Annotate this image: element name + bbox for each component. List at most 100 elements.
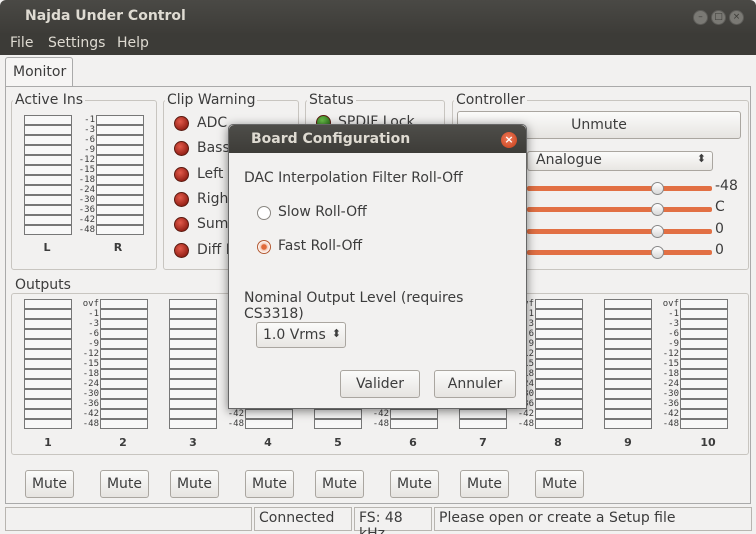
meter-cell (24, 135, 72, 145)
fast-rolloff-radio[interactable] (257, 240, 271, 254)
scale-tick-label: -48 (372, 419, 389, 429)
scale-tick-label: -3 (88, 319, 99, 329)
spin-arrows-icon[interactable]: ⬍ (332, 327, 341, 340)
meter-cell (96, 125, 144, 135)
meter-cell (24, 339, 72, 349)
mute-button-6[interactable]: Mute (390, 470, 439, 498)
status-title: Status (307, 92, 356, 108)
meter-cell (604, 399, 652, 409)
meter-cell (245, 409, 293, 419)
meter-cell (100, 309, 148, 319)
window-titlebar[interactable]: Najda Under Control – □ × (0, 0, 756, 33)
slider-knob[interactable] (651, 224, 664, 238)
meter-cell (604, 379, 652, 389)
meter-cell (100, 369, 148, 379)
dialog-close-icon[interactable]: × (501, 132, 517, 148)
slider-value: C (715, 199, 725, 216)
meter-cell (604, 369, 652, 379)
meter-cell (24, 225, 72, 235)
source-select[interactable]: Analogue ⬍ (527, 151, 713, 171)
meter-cell (96, 215, 144, 225)
meter-cell (535, 349, 583, 359)
close-window-icon[interactable]: × (729, 10, 744, 25)
meter-cell (680, 399, 728, 409)
slider-knob[interactable] (651, 182, 664, 195)
meter-cell (24, 389, 72, 399)
scale-tick-label: -24 (662, 379, 679, 389)
mute-button-1[interactable]: Mute (25, 470, 74, 498)
message-status: Please open or create a Setup file (434, 507, 752, 531)
meter-cell (680, 319, 728, 329)
meter-cell (459, 419, 507, 429)
meter-cell (680, 409, 728, 419)
meter-cell (100, 329, 148, 339)
connection-status: Connected (254, 507, 352, 531)
meter-cell (680, 309, 728, 319)
scale-tick-label: -18 (662, 369, 679, 379)
meter-cell (680, 359, 728, 369)
meter-cell (24, 369, 72, 379)
meter-cell (96, 195, 144, 205)
annuler-button[interactable]: Annuler (434, 370, 516, 398)
scale-tick-label: -42 (82, 409, 99, 419)
output-level-spin[interactable]: 1.0 Vrms ⬍ (256, 322, 346, 348)
dialog-titlebar[interactable]: Board Configuration × (229, 125, 526, 153)
menu-settings[interactable]: Settings (48, 35, 105, 51)
output-channel-label: 4 (264, 436, 272, 449)
tab-monitor[interactable]: Monitor (5, 57, 73, 87)
meter-cell (169, 369, 217, 379)
meter-cell (535, 319, 583, 329)
scale-tick-label: -9 (668, 339, 679, 349)
statusbar-left (5, 507, 252, 531)
meter-cell (604, 319, 652, 329)
menu-help[interactable]: Help (117, 35, 149, 51)
slider-knob[interactable] (651, 245, 664, 259)
output-channel-label: 6 (409, 436, 417, 449)
meter-cell (96, 185, 144, 195)
scale-tick-label: -1 (668, 309, 679, 319)
mute-button-4[interactable]: Mute (245, 470, 294, 498)
controller-slider[interactable] (527, 228, 712, 234)
scale-tick-label: -6 (88, 329, 99, 339)
meter-cell (24, 349, 72, 359)
mute-button-8[interactable]: Mute (535, 470, 584, 498)
meter-cell (24, 195, 72, 205)
meter-cell (535, 369, 583, 379)
meter-cell (100, 349, 148, 359)
dialog-title: Board Configuration (251, 131, 411, 147)
slow-rolloff-radio[interactable] (257, 206, 271, 220)
scale-tick-label: -18 (82, 369, 99, 379)
maximize-icon[interactable]: □ (711, 10, 726, 25)
fast-rolloff-label[interactable]: Fast Roll-Off (278, 238, 362, 254)
meter-cell (169, 299, 217, 309)
controller-slider[interactable] (527, 249, 712, 255)
mute-button-2[interactable]: Mute (100, 470, 149, 498)
menubar: File Settings Help (0, 33, 756, 55)
input-channel-label: R (113, 241, 123, 254)
scale-tick-label: -36 (82, 399, 99, 409)
scale-tick-label: -42 (517, 409, 534, 419)
scale-tick-label: -48 (662, 419, 679, 429)
meter-cell (604, 409, 652, 419)
minimize-icon[interactable]: – (693, 10, 708, 25)
meter-cell (535, 299, 583, 309)
slow-rolloff-label[interactable]: Slow Roll-Off (278, 204, 367, 220)
scale-tick-label: -42 (227, 409, 244, 419)
controller-slider[interactable] (527, 207, 712, 213)
meter-cell (24, 185, 72, 195)
valider-button[interactable]: Valider (340, 370, 420, 398)
output-meter-9 (604, 299, 652, 429)
scale-tick-label: -30 (662, 389, 679, 399)
mute-button-7[interactable]: Mute (460, 470, 509, 498)
output-channel-label: 7 (479, 436, 487, 449)
clip-led-label: Sum (197, 216, 229, 233)
menu-file[interactable]: File (10, 35, 33, 51)
mute-button-3[interactable]: Mute (170, 470, 219, 498)
controller-slider[interactable] (527, 186, 712, 191)
clip-led-label: Diff I (197, 241, 230, 258)
meter-cell (169, 309, 217, 319)
meter-cell (24, 309, 72, 319)
mute-button-5[interactable]: Mute (315, 470, 364, 498)
scale-tick-label: -36 (78, 205, 95, 215)
meter-cell (24, 115, 72, 125)
